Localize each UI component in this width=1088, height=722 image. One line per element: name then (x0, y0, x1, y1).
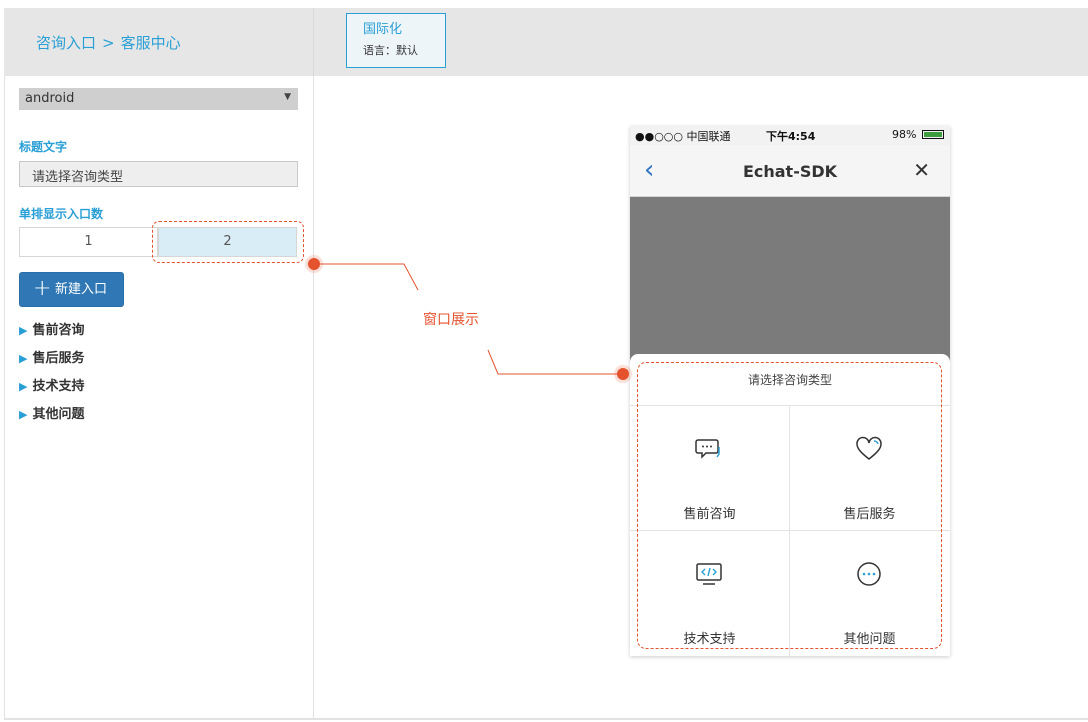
header-divider (313, 8, 314, 76)
dropdown-arrow-icon: ▼ (284, 92, 291, 102)
status-carrier: ●●○○○ 中国联通 (635, 130, 731, 143)
entries-per-row-label: 单排显示入口数 (19, 207, 104, 221)
tree-item-label: 售后服务 (32, 351, 85, 366)
battery-icon (922, 130, 944, 139)
triangle-right-icon: ▶ (19, 324, 28, 337)
i18n-language: 语言：默认 (363, 44, 418, 57)
left-border (4, 76, 5, 719)
callout-dot-right (617, 368, 629, 380)
panel-divider (313, 76, 314, 719)
new-entry-button[interactable]: + 新建入口 (19, 272, 124, 307)
triangle-right-icon: ▶ (19, 408, 28, 421)
i18n-title: 国际化 (363, 22, 403, 37)
i18n-tab[interactable]: 国际化 语言：默认 (346, 13, 446, 68)
callout-label: 窗口展示 (423, 312, 479, 328)
tree-item-label: 技术支持 (32, 379, 85, 394)
tree-item-label: 售前咨询 (32, 323, 85, 338)
plus-icon: + (33, 276, 52, 301)
status-right: 98% (892, 128, 944, 141)
close-icon[interactable]: ✕ (913, 159, 930, 181)
new-entry-button-label: 新建入口 (55, 282, 108, 297)
bottom-border (4, 718, 1088, 720)
status-time: 下午4:54 (766, 130, 816, 143)
callout-dot-left (308, 258, 320, 270)
triangle-right-icon: ▶ (19, 352, 28, 365)
platform-select[interactable]: android ▼ (19, 88, 298, 110)
platform-select-value: android (25, 91, 75, 106)
status-battery-percent: 98% (892, 128, 917, 141)
breadcrumb: 咨询入口 > 客服中心 (36, 32, 181, 53)
tree-item-presales[interactable]: ▶ 售前咨询 (19, 319, 84, 338)
top-header: 咨询入口 > 客服中心 国际化 语言：默认 (4, 8, 1088, 76)
title-text-input[interactable]: 请选择咨询类型 (19, 161, 298, 187)
phone-status-bar: ●●○○○ 中国联通 下午4:54 98% (630, 126, 950, 145)
tree-item-other[interactable]: ▶ 其他问题 (19, 403, 84, 422)
tree-item-tech-support[interactable]: ▶ 技术支持 (19, 375, 84, 394)
breadcrumb-separator: > (102, 34, 115, 52)
tree-item-label: 其他问题 (32, 407, 85, 422)
phone-nav-bar: ‹ Echat-SDK ✕ (630, 145, 950, 197)
breadcrumb-root-link[interactable]: 咨询入口 (36, 34, 96, 52)
phone-nav-title: Echat-SDK (742, 162, 838, 181)
highlight-dashed-ring (152, 221, 304, 263)
sheet-highlight-dashed-ring (637, 362, 942, 649)
entries-per-row-option-1[interactable]: 1 (19, 227, 158, 257)
triangle-right-icon: ▶ (19, 380, 28, 393)
title-text-label: 标题文字 (19, 140, 68, 154)
tree-item-aftersales[interactable]: ▶ 售后服务 (19, 347, 84, 366)
breadcrumb-current[interactable]: 客服中心 (121, 34, 181, 52)
